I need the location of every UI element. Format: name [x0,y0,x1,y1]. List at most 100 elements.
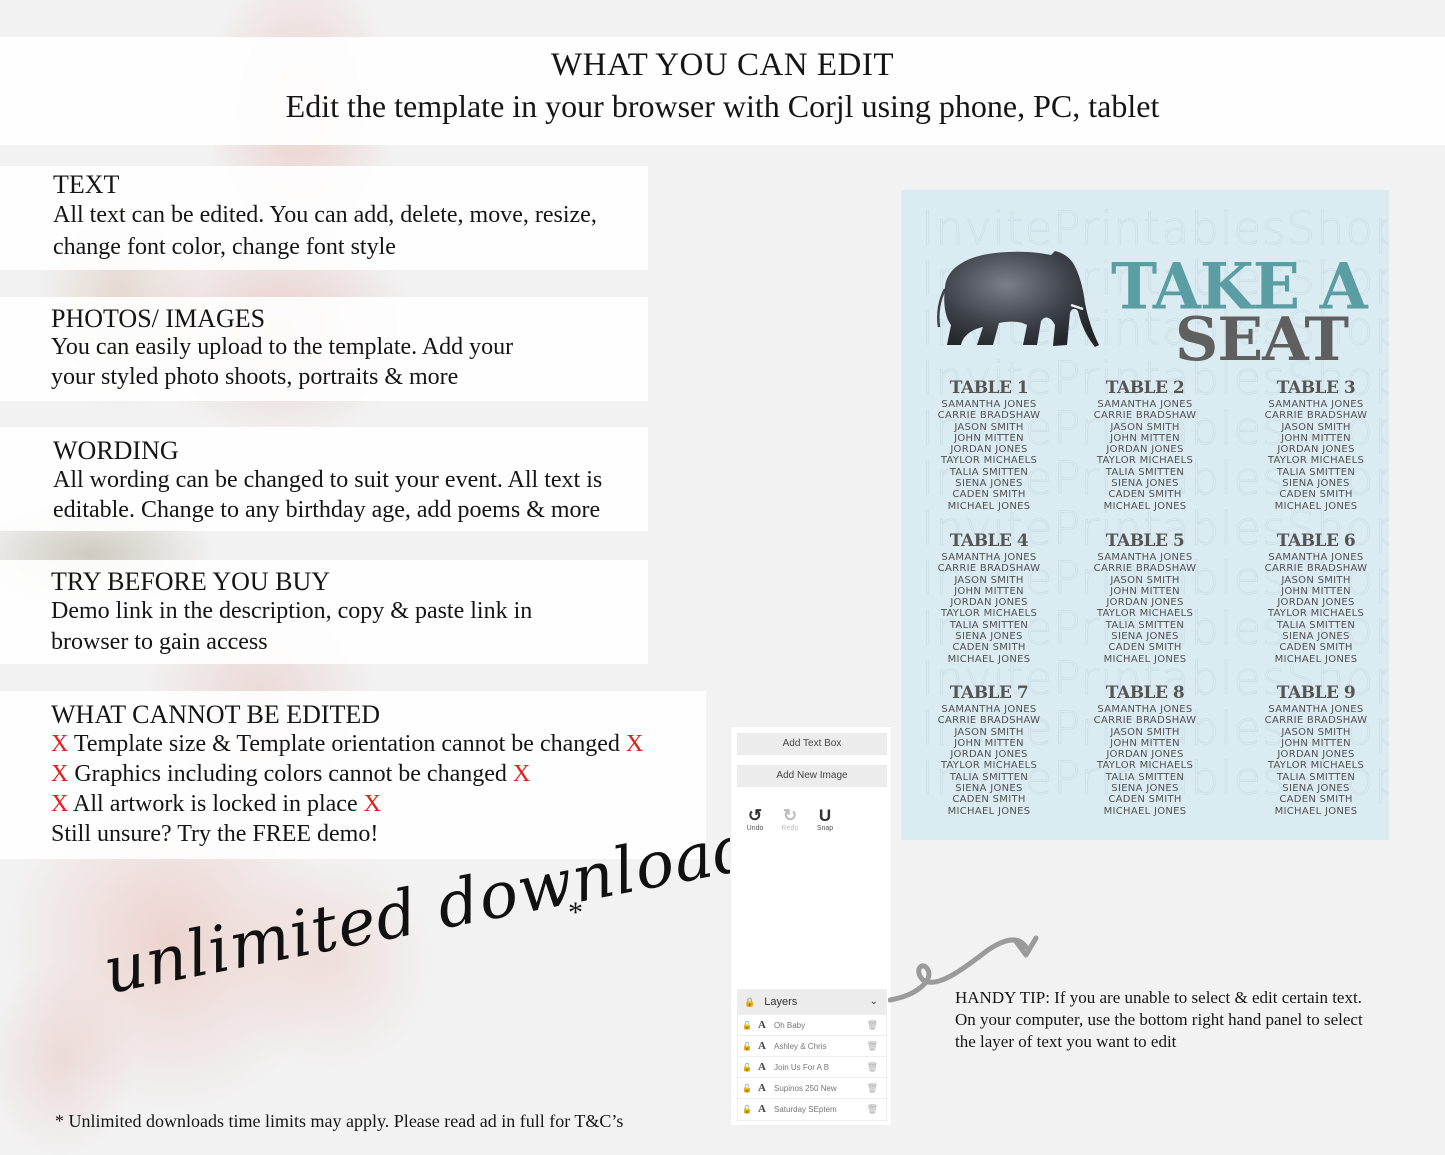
trash-icon[interactable]: 🗑 [867,1036,878,1057]
add-new-image-button[interactable]: Add New Image [737,765,887,787]
guest-name: CADEN SMITH [1279,794,1353,806]
guest-name: JORDAN JONES [1277,444,1355,456]
unlock-icon[interactable]: 🔓 [742,1036,752,1057]
section-title: TEXT [53,170,120,199]
guest-name: JASON SMITH [1281,726,1351,738]
redo-icon: ↻ [782,806,798,825]
editor-panel: Add Text Box Add New Image ↺ Undo ↻ Redo… [730,726,892,1126]
guest-name: CARRIE BRADSHAW [1093,563,1197,575]
layers-panel: 🔒 Layers ⌄ 🔓 A Oh Baby 🗑 🔓 A Ashley & Ch… [737,989,887,1121]
table-title: TABLE 2 [1105,378,1185,398]
section-title: WORDING [53,436,179,465]
unlock-icon[interactable]: 🔓 [742,1099,752,1120]
guest-name: JOHN MITTEN [1281,737,1351,749]
guest-name: JASON SMITH [954,421,1024,433]
undo-button[interactable]: ↺ Undo [740,807,770,833]
guest-name: TALIA SMITTEN [1105,466,1185,478]
table-block: TABLE 2 SAMANTHA JONES CARRIE BRADSHAW JASO… [1070,377,1220,512]
guest-name: SAMANTHA JONES [941,704,1037,715]
restriction-item: X Graphics including colors cannot be ch… [51,761,531,787]
section-title: WHAT CANNOT BE EDITED [51,700,381,729]
lock-icon: 🔒 [744,997,756,1007]
add-text-box-button[interactable]: Add Text Box [737,733,887,755]
guest-name: JOHN MITTEN [954,737,1024,749]
magnet-icon: U [818,806,832,825]
layer-item[interactable]: 🔓 A Oh Baby 🗑 [738,1014,886,1035]
layers-header[interactable]: 🔒 Layers ⌄ [738,990,886,1014]
guest-name: MICHAEL JONES [1274,653,1358,665]
text-layer-icon: A [758,1103,766,1115]
guest-name: SAMANTHA JONES [941,399,1037,410]
guest-name: JORDAN JONES [1106,597,1184,609]
guest-name: JORDAN JONES [1106,444,1184,456]
guest-name: CARRIE BRADSHAW [1264,410,1368,422]
guest-name: JOHN MITTEN [1281,585,1351,597]
guest-name: MICHAEL JONES [1274,805,1358,817]
guest-name: JASON SMITH [1110,574,1180,586]
guest-name: JOHN MITTEN [1110,432,1180,444]
guest-name: JASON SMITH [954,574,1024,586]
guest-name: TAYLOR MICHAELS [1267,455,1365,467]
guest-name: SAMANTHA JONES [1097,704,1193,715]
guest-name: TALIA SMITTEN [949,771,1029,783]
guest-name: CADEN SMITH [1108,642,1182,654]
guest-name: MICHAEL JONES [1274,500,1358,512]
unlock-icon[interactable]: 🔓 [742,1057,752,1078]
section-line: Demo link in the description, copy & pas… [51,598,533,624]
guest-name: SAMANTHA JONES [1268,399,1364,410]
guest-name: CARRIE BRADSHAW [1093,715,1197,727]
table-title: TABLE 7 [949,683,1029,703]
guest-name: SAMANTHA JONES [1097,552,1193,563]
table-title: TABLE 4 [949,531,1029,551]
layer-item[interactable]: 🔓 A Ashley & Chris 🗑 [738,1035,886,1056]
header-band: WHAT YOU CAN EDIT Edit the template in y… [0,37,1445,145]
x-mark-icon: X [363,791,381,817]
guest-name: JORDAN JONES [1277,597,1355,609]
layer-item[interactable]: 🔓 A Saturday SEptem 🗑 [738,1098,886,1119]
section-title: PHOTOS/ IMAGES [51,304,266,333]
guest-name: MICHAEL JONES [947,805,1031,817]
guest-name: MICHAEL JONES [1103,653,1187,665]
table-title: TABLE 6 [1276,531,1356,551]
trash-icon[interactable]: 🗑 [867,1099,878,1120]
guest-name: MICHAEL JONES [1103,500,1187,512]
guest-name: JOHN MITTEN [954,432,1024,444]
guest-name: CADEN SMITH [952,794,1026,806]
text-layer-icon: A [758,1040,766,1052]
guest-name: SIENA JONES [1282,631,1350,643]
layer-item[interactable]: 🔓 A Join Us For A B 🗑 [738,1056,886,1077]
section-line: change font color, change font style [53,234,396,260]
trash-icon[interactable]: 🗑 [867,1015,878,1036]
layer-item[interactable]: 🔓 A Supinos 250 New 🗑 [738,1077,886,1098]
x-mark-icon: X [512,761,531,787]
section-photos: PHOTOS/ IMAGES You can easily upload to … [0,297,648,401]
trash-icon[interactable]: 🗑 [867,1078,878,1099]
guest-name: SIENA JONES [955,631,1023,643]
text-layer-icon: A [758,1061,766,1073]
trash-icon[interactable]: 🗑 [867,1057,878,1078]
guest-name: SIENA JONES [1282,478,1350,490]
guest-name: JORDAN JONES [950,597,1028,609]
guest-name: TAYLOR MICHAELS [940,760,1038,772]
guest-name: CARRIE BRADSHAW [937,410,1041,422]
unlock-icon[interactable]: 🔓 [742,1015,752,1036]
text-layer-icon: A [758,1082,766,1094]
guest-name: JASON SMITH [1281,421,1351,433]
snap-button[interactable]: U Snap [810,806,840,833]
guest-name: TAYLOR MICHAELS [940,455,1038,467]
unlock-icon[interactable]: 🔓 [742,1078,752,1099]
section-line: All wording can be changed to suit your … [53,467,603,493]
guest-name: CADEN SMITH [1279,489,1353,501]
chevron-down-icon[interactable]: ⌄ [870,990,878,1014]
section-line: your styled photo shoots, portraits & mo… [51,364,459,390]
guest-name: TAYLOR MICHAELS [1096,608,1194,620]
guest-name: MICHAEL JONES [1103,805,1187,817]
table-block: TABLE 8 SAMANTHA JONES CARRIE BRADSHAW JASO… [1070,682,1220,817]
redo-button[interactable]: ↻ Redo [775,806,805,833]
restriction-item: X All artwork is locked in place X [51,791,381,817]
table-title: TABLE 1 [949,378,1029,398]
closing-line: Still unsure? Try the FREE demo! [51,821,379,847]
guest-name: CADEN SMITH [1279,642,1353,654]
guest-name: SAMANTHA JONES [1097,399,1193,410]
table-block: TABLE 9 SAMANTHA JONES CARRIE BRADSHAW JASO… [1241,682,1389,817]
